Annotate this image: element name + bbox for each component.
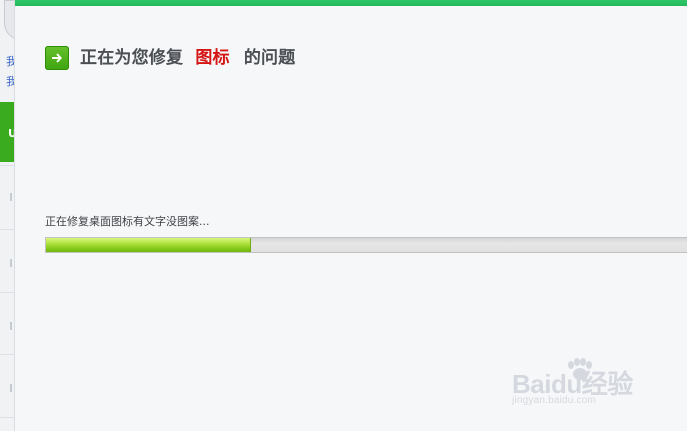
title-highlight: 图标 bbox=[195, 48, 230, 68]
arrow-right-icon bbox=[45, 46, 69, 70]
repair-progress-fill bbox=[46, 238, 252, 252]
title-prefix: 正在为您修复 bbox=[80, 48, 184, 68]
repair-dialog: 正在为您修复 图标 的问题 正在修复桌面图标有文字没图案... bbox=[14, 0, 687, 431]
dialog-title: 正在为您修复 图标 的问题 bbox=[80, 46, 295, 70]
dialog-title-row: 正在为您修复 图标 的问题 bbox=[45, 46, 295, 70]
repair-status-text: 正在修复桌面图标有文字没图案... bbox=[45, 215, 210, 228]
repair-progress-bar bbox=[45, 237, 687, 253]
title-suffix: 的问题 bbox=[243, 48, 296, 68]
dialog-top-bar bbox=[15, 0, 687, 6]
